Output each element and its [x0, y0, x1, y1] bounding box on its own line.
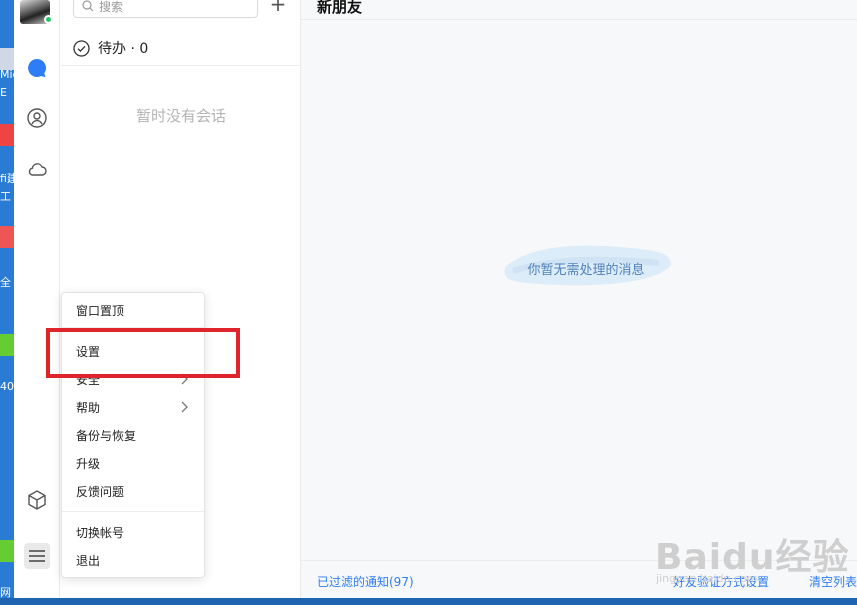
- menu-item-logout[interactable]: 退出: [62, 547, 204, 573]
- empty-messages-text: 你暂无需处理的消息: [527, 263, 645, 278]
- desktop-label: fi建: [0, 172, 14, 185]
- desktop-label: Mic: [0, 68, 14, 81]
- contacts-icon[interactable]: [24, 105, 50, 131]
- watermark-subtext: jingyan.baidu.com: [656, 572, 758, 585]
- taskbar: [0, 598, 857, 605]
- todo-item[interactable]: 待办 · 0: [73, 38, 148, 58]
- desktop-shortcut-icon[interactable]: [0, 334, 14, 356]
- menu-item-pin-window[interactable]: 窗口置顶: [62, 297, 204, 323]
- menu-item-help[interactable]: 帮助: [62, 394, 204, 420]
- icon-rail: [14, 0, 60, 605]
- chevron-right-icon: [181, 401, 188, 413]
- empty-conversations-text: 暂时没有会话: [135, 107, 226, 125]
- plus-icon[interactable]: +: [268, 0, 288, 14]
- search-input[interactable]: 搜索: [99, 0, 123, 15]
- menu-item-backup-restore[interactable]: 备份与恢复: [62, 422, 204, 448]
- desktop-label: E: [0, 86, 7, 99]
- menu-item-label: 备份与恢复: [76, 428, 137, 443]
- cube-icon[interactable]: [24, 487, 50, 513]
- menu-item-label: 反馈问题: [76, 484, 125, 499]
- desktop-shortcut-icon[interactable]: [0, 124, 14, 146]
- menu-item-switch-account[interactable]: 切换帐号: [62, 519, 204, 545]
- desktop-shortcut-icon[interactable]: [0, 226, 14, 248]
- menu-item-feedback[interactable]: 反馈问题: [62, 478, 204, 504]
- menu-item-label: 升级: [76, 456, 101, 471]
- desktop-shortcut-icon[interactable]: [0, 540, 14, 562]
- chat-bubble-icon[interactable]: [24, 55, 50, 81]
- filtered-notifications-link[interactable]: 已过滤的通知(97): [317, 573, 414, 590]
- divider: [61, 65, 301, 66]
- desktop-shortcut-icon[interactable]: [0, 48, 14, 70]
- search-icon: [82, 0, 94, 12]
- menu-item-label: 切换帐号: [76, 525, 125, 540]
- page-title: 新朋友: [317, 0, 363, 16]
- todo-label: 待办 · 0: [98, 41, 149, 57]
- desktop-strip: Mic E fi建 工 全 40 网: [0, 0, 14, 605]
- search-box[interactable]: 搜索: [73, 0, 258, 18]
- desktop-label: 全: [0, 276, 11, 289]
- desktop-label: 40: [0, 380, 14, 393]
- divider: [301, 19, 857, 20]
- presence-dot: [44, 15, 53, 24]
- menu-item-label: 窗口置顶: [76, 303, 125, 318]
- check-circle-icon: [73, 39, 90, 57]
- menu-icon[interactable]: [24, 543, 50, 569]
- main-panel: 新朋友 你暂无需处理的消息 已过滤的通知(97) 好友验证方式设置 清空列表: [301, 0, 857, 605]
- menu-separator: [62, 511, 204, 512]
- menu-item-upgrade[interactable]: 升级: [62, 450, 204, 476]
- cloud-icon[interactable]: [24, 156, 50, 182]
- menu-item-label: 帮助: [76, 400, 101, 415]
- highlight-box: [46, 328, 240, 378]
- desktop-label: 工: [0, 190, 11, 203]
- menu-item-label: 退出: [76, 553, 101, 568]
